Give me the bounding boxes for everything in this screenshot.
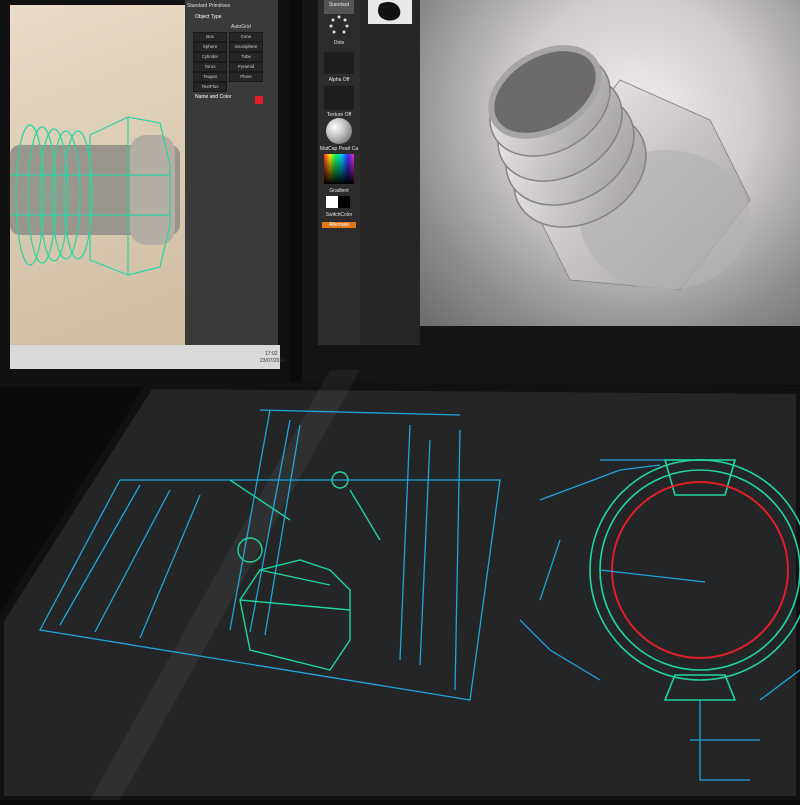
textplus-button[interactable]: TextPlus — [193, 82, 227, 92]
geosphere-button[interactable]: GeoSphere — [229, 42, 263, 52]
zbrush-left-shelf: Standard Dots Alpha Off Texture Off MatC… — [318, 0, 360, 345]
section-object-type[interactable]: Object Type — [195, 14, 222, 20]
matcap-sphere-icon[interactable] — [326, 118, 352, 144]
command-panel: Standard Primitives Object Type AutoGrid… — [185, 0, 278, 345]
clock-time: 17:02 — [265, 351, 278, 357]
teapot-button[interactable]: Teapot — [193, 72, 227, 82]
sphere-button[interactable]: Sphere — [193, 42, 227, 52]
clock-date: 23/07/2024 — [260, 358, 286, 364]
secondary-color-swatch[interactable] — [338, 196, 350, 208]
color-picker[interactable] — [324, 154, 354, 184]
part-nut — [130, 135, 175, 245]
object-color-swatch[interactable] — [255, 96, 263, 104]
taskbar: 17:02 23/07/2024 — [10, 345, 285, 369]
stroke-label: Dots — [333, 40, 345, 46]
zbrush-canvas[interactable] — [420, 0, 800, 326]
main-color-swatch[interactable] — [326, 196, 338, 208]
texture-thumbnail[interactable] — [324, 86, 354, 110]
zbrush-tool-column — [360, 0, 420, 345]
alpha-thumbnail[interactable] — [324, 52, 354, 74]
cylinder-button[interactable]: Cylinder — [193, 52, 227, 62]
material-label: MatCap Pearl Ca — [319, 146, 359, 152]
alpha-label: Alpha Off — [328, 77, 350, 83]
brush-label: Standard — [328, 2, 350, 8]
autogrid-checkbox[interactable]: AutoGrid — [231, 24, 251, 30]
drawing-tablet[interactable] — [0, 370, 800, 804]
gradient-label: Gradient — [329, 188, 349, 194]
alternate-button[interactable]: Alternate — [322, 222, 356, 228]
torus-button[interactable]: Torus — [193, 62, 227, 72]
pyramid-button[interactable]: Pyramid — [229, 62, 263, 72]
section-name-color[interactable]: Name and Color — [195, 94, 231, 100]
stroke-dots-icon[interactable] — [328, 14, 350, 36]
tool-thumbnail[interactable] — [368, 0, 412, 24]
tube-button[interactable]: Tube — [229, 52, 263, 62]
panel-header: Standard Primitives — [187, 3, 231, 9]
reference-photo-viewport[interactable] — [10, 5, 208, 345]
cone-button[interactable]: Cone — [229, 32, 263, 42]
wireframe-overlay — [10, 116, 180, 276]
tablet-screen — [0, 385, 800, 800]
plane-button[interactable]: Plane — [229, 72, 263, 82]
switchcolor-button[interactable]: SwitchColor — [318, 212, 360, 218]
box-button[interactable]: Box — [193, 32, 227, 42]
sculpted-fitting-model — [488, 45, 751, 291]
